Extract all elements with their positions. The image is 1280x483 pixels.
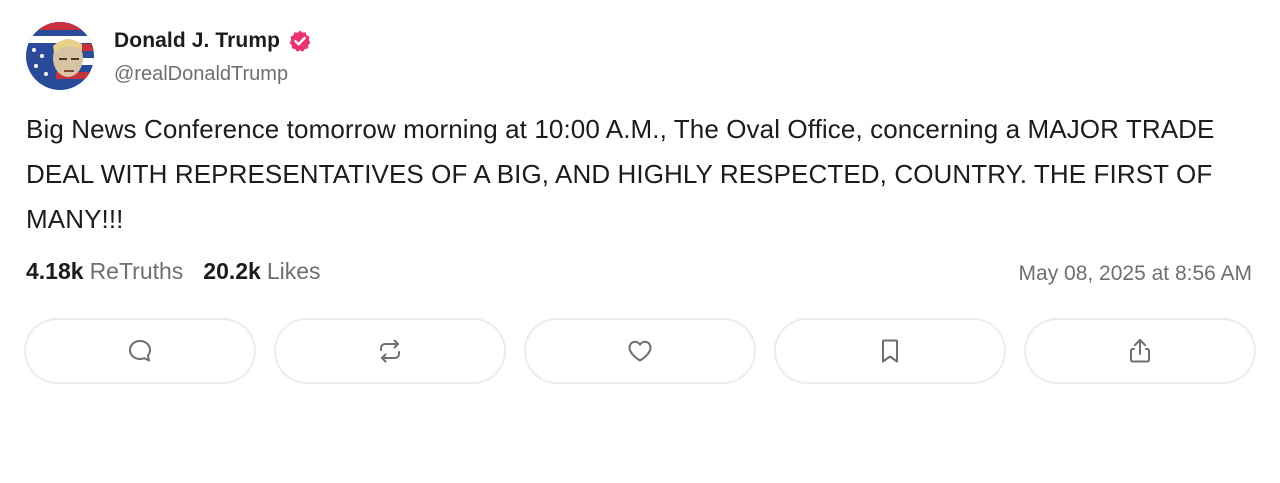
likes-count: 20.2k — [203, 258, 261, 284]
like-button[interactable] — [524, 318, 756, 384]
bookmark-icon — [882, 339, 898, 363]
retruths-count: 4.18k — [26, 258, 84, 284]
heart-icon — [628, 340, 652, 362]
author-handle[interactable]: @realDonaldTrump — [114, 63, 312, 86]
retruths-label: ReTruths — [89, 258, 184, 284]
likes-stat[interactable]: 20.2k Likes — [203, 258, 320, 285]
author-name[interactable]: Donald J. Trump — [114, 29, 280, 53]
repost-icon — [380, 339, 400, 363]
post-body: Big News Conference tomorrow morning at … — [26, 114, 1215, 234]
retruth-button[interactable] — [274, 318, 506, 384]
comment-icon — [129, 340, 151, 362]
author-identity: Donald J. Trump @realDonaldTrump — [114, 27, 312, 86]
post-stats: 4.18k ReTruths 20.2k Likes — [26, 258, 321, 285]
reply-button[interactable] — [24, 318, 256, 384]
likes-label: Likes — [266, 258, 321, 284]
retruths-stat[interactable]: 4.18k ReTruths — [26, 258, 183, 285]
share-button[interactable] — [1024, 318, 1256, 384]
verified-badge-icon — [288, 29, 312, 53]
share-icon — [1130, 339, 1150, 363]
bookmark-button[interactable] — [774, 318, 1006, 384]
action-bar — [24, 318, 1256, 384]
post-header: Donald J. Trump @realDonaldTrump — [26, 22, 312, 90]
avatar[interactable] — [26, 22, 94, 90]
post-card: Donald J. Trump @realDonaldTrump Big New… — [0, 0, 1280, 483]
name-row: Donald J. Trump — [114, 27, 312, 55]
post-timestamp[interactable]: May 08, 2025 at 8:56 AM — [1019, 262, 1252, 286]
avatar-image — [26, 22, 94, 90]
